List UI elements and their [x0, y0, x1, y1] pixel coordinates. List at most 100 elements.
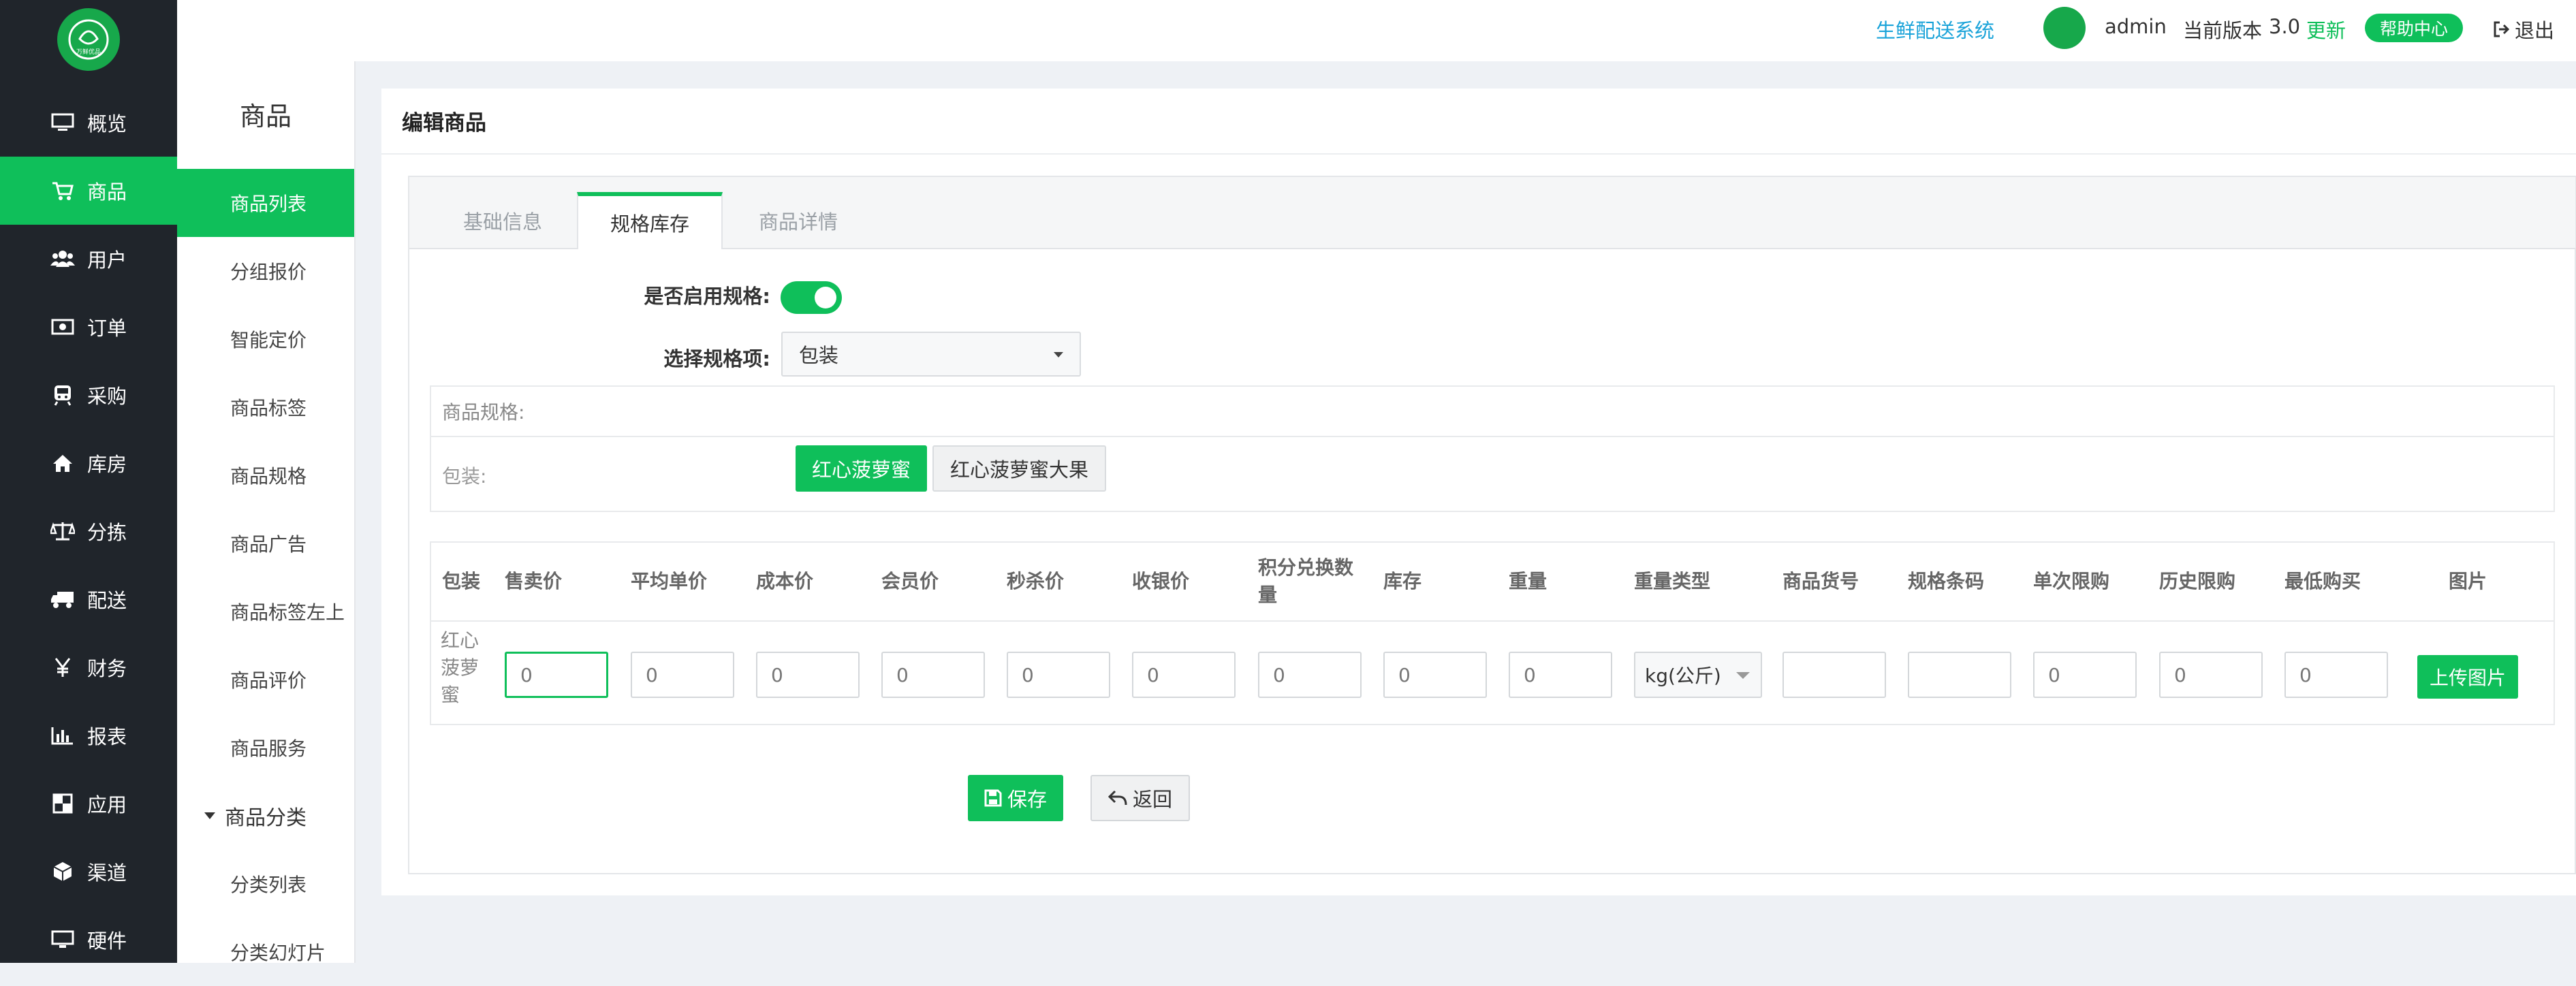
row-spec-label: 红心菠萝蜜	[441, 629, 480, 706]
nav-item-users[interactable]: 用户	[0, 225, 177, 293]
sub-item-smart-price[interactable]: 智能定价	[177, 305, 354, 373]
sub-item-goods-service[interactable]: 商品服务	[177, 714, 354, 782]
weight-input[interactable]: 0	[1509, 652, 1612, 698]
nav-item-delivery[interactable]: 配送	[0, 565, 177, 633]
update-link[interactable]: 更新	[2306, 15, 2346, 44]
column-header: 最低购买	[2284, 570, 2361, 592]
save-icon	[984, 789, 1002, 807]
bar-chart-icon	[50, 724, 75, 747]
sub-item-goods-list[interactable]: 商品列表	[177, 169, 354, 237]
sub-item-group-price[interactable]: 分组报价	[177, 237, 354, 305]
scale-icon	[50, 520, 75, 543]
sub-item-tag-topleft[interactable]: 商品标签左上	[177, 577, 354, 646]
nav-item-warehouse[interactable]: 库房	[0, 429, 177, 497]
system-link[interactable]: 生鲜配送系统	[1876, 15, 1994, 44]
money-icon	[50, 315, 75, 338]
username[interactable]: admin	[2105, 15, 2167, 38]
help-center-button[interactable]: 帮助中心	[2365, 14, 2464, 42]
min-buy-input[interactable]: 0	[2284, 652, 2388, 698]
avg-price-input[interactable]: 0	[631, 652, 734, 698]
column-header: 会员价	[881, 570, 939, 592]
column-header: 图片	[2449, 570, 2487, 592]
spec-item-select[interactable]: 包装	[781, 332, 1081, 377]
nav-item-hardware[interactable]: 硬件	[0, 906, 177, 974]
form-card: 基础信息 规格库存 商品详情 是否启用规格: 选择规格项: 包装 商品规格: 包…	[408, 176, 2576, 874]
apps-icon	[50, 792, 75, 815]
nav-item-goods[interactable]: 商品	[0, 157, 177, 225]
flash-price-input[interactable]: 0	[1007, 652, 1110, 698]
cube-icon	[50, 860, 75, 883]
nav-item-channels[interactable]: 渠道	[0, 838, 177, 906]
nav-item-reports[interactable]: 报表	[0, 701, 177, 769]
sub-group-category[interactable]: 商品分类	[177, 782, 354, 850]
sub-item-goods-spec[interactable]: 商品规格	[177, 441, 354, 509]
single-limit-input[interactable]: 0	[2033, 652, 2137, 698]
save-label: 保存	[1007, 788, 1048, 811]
member-price-input[interactable]: 0	[881, 652, 985, 698]
logout-label: 退出	[2515, 19, 2555, 42]
nav-item-finance[interactable]: 财务	[0, 633, 177, 701]
nav-item-purchase[interactable]: 采购	[0, 361, 177, 429]
logout-icon	[2494, 21, 2510, 37]
tab-spec-stock[interactable]: 规格库存	[577, 192, 723, 249]
nav-item-label: 应用	[87, 793, 127, 816]
cost-price-input[interactable]: 0	[756, 652, 860, 698]
nav-item-apps[interactable]: 应用	[0, 769, 177, 838]
history-limit-input[interactable]: 0	[2159, 652, 2263, 698]
yen-icon	[50, 656, 75, 679]
column-header: 历史限购	[2159, 570, 2236, 592]
truck-icon	[50, 588, 75, 611]
nav-item-label: 硬件	[87, 929, 127, 953]
upload-image-button[interactable]: 上传图片	[2417, 655, 2519, 699]
logo-icon: 万鲜优品	[68, 19, 109, 60]
nav-item-overview[interactable]: 概览	[0, 89, 177, 157]
back-button[interactable]: 返回	[1090, 775, 1191, 821]
column-header: 成本价	[756, 570, 814, 592]
cashier-price-input[interactable]: 0	[1132, 652, 1236, 698]
column-header: 商品货号	[1782, 570, 1859, 592]
sell-price-input[interactable]: 0	[505, 652, 608, 698]
users-icon	[50, 247, 75, 270]
sub-item-goods-reviews[interactable]: 商品评价	[177, 646, 354, 714]
nav-item-label: 财务	[87, 657, 127, 680]
spec-header: 商品规格:	[431, 387, 2554, 437]
sub-sidebar: 商品 商品列表 分组报价 智能定价 商品标签 商品规格 商品广告 商品标签左上 …	[177, 0, 356, 964]
logout-button[interactable]: 退出	[2493, 15, 2554, 44]
desktop-icon	[50, 928, 75, 951]
enable-spec-toggle[interactable]	[781, 281, 842, 314]
home-icon	[50, 451, 75, 475]
column-header: 收银价	[1132, 570, 1190, 592]
nav-item-label: 报表	[87, 725, 127, 748]
sub-item-goods-ads[interactable]: 商品广告	[177, 509, 354, 577]
column-header: 秒杀价	[1007, 570, 1065, 592]
select-spec-label: 选择规格项:	[663, 347, 770, 370]
page-title: 编辑商品	[402, 111, 486, 136]
stock-input[interactable]: 0	[1383, 652, 1487, 698]
sku-table: 包装 售卖价 平均单价 成本价 会员价 秒杀价 收银价 积分兑换数量 库存 重量…	[430, 541, 2555, 725]
weight-type-select[interactable]: kg(公斤)	[1634, 652, 1762, 698]
nav-item-sorting[interactable]: 分拣	[0, 497, 177, 565]
spec-value-button[interactable]: 红心菠萝蜜	[796, 445, 928, 492]
barcode-input[interactable]	[1908, 652, 2011, 698]
tab-basic-info[interactable]: 基础信息	[426, 192, 580, 249]
nav-item-orders[interactable]: 订单	[0, 293, 177, 361]
save-button[interactable]: 保存	[968, 775, 1064, 821]
sub-item-category-list[interactable]: 分类列表	[177, 850, 354, 918]
nav-item-label: 配送	[87, 589, 127, 612]
undo-icon	[1108, 790, 1127, 806]
column-header: 重量类型	[1634, 570, 1711, 592]
sub-item-goods-tags[interactable]: 商品标签	[177, 373, 354, 441]
goods-no-input[interactable]	[1782, 652, 1886, 698]
logo[interactable]: 万鲜优品	[57, 8, 120, 71]
enable-spec-label: 是否启用规格:	[644, 285, 770, 308]
nav-item-label: 订单	[87, 317, 127, 340]
points-exchange-input[interactable]: 0	[1258, 652, 1362, 698]
sub-item-category-slides[interactable]: 分类幻灯片	[177, 918, 354, 986]
column-header: 平均单价	[631, 570, 708, 592]
weight-type-value: kg(公斤)	[1645, 665, 1721, 687]
tab-goods-detail[interactable]: 商品详情	[721, 192, 875, 249]
avatar[interactable]	[2043, 7, 2086, 49]
spec-value-button[interactable]: 红心菠萝蜜大果	[932, 445, 1107, 492]
sub-group-label: 商品分类	[225, 806, 307, 830]
title-divider	[381, 153, 2576, 155]
